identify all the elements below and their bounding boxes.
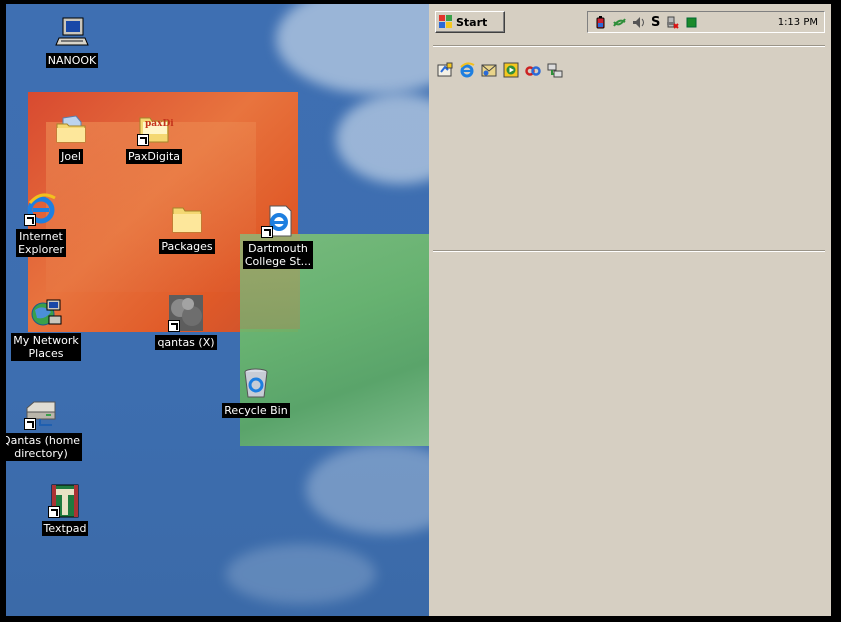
start-button[interactable]: Start: [435, 11, 505, 33]
desktop-icon-label: Joel: [59, 149, 83, 164]
clock[interactable]: 1:13 PM: [778, 17, 818, 28]
outlook-icon[interactable]: [481, 62, 497, 78]
desktop-icon-label: PaxDigita: [125, 149, 182, 164]
taskbar-divider: [433, 45, 825, 47]
desktop-icon-label: NANOOK: [45, 53, 99, 68]
desktop-icon-qantas-x[interactable]: qantas (X): [140, 294, 232, 350]
volume-icon[interactable]: [632, 16, 645, 29]
shortcut-arrow-icon: [137, 134, 149, 146]
desktop-icon-paxdigita[interactable]: paxDi PaxDigita: [108, 112, 200, 164]
shortcut-arrow-icon: [24, 418, 36, 430]
quick-launch-bar: [437, 62, 563, 78]
network-icon[interactable]: [613, 16, 626, 29]
desktop-icon-packages[interactable]: Packages: [141, 202, 233, 254]
show-desktop-icon[interactable]: [437, 62, 453, 78]
shortcut-arrow-icon: [261, 226, 273, 238]
shortcut-arrow-icon: [24, 214, 36, 226]
link-icon[interactable]: [525, 62, 541, 78]
home-drive-shortcut-icon: [24, 396, 58, 430]
battery-icon[interactable]: [594, 15, 607, 29]
printer-error-icon[interactable]: [666, 16, 680, 29]
ie-document-shortcut-icon: [261, 204, 295, 238]
system-tray: S 1:13 PM: [587, 11, 825, 33]
recycle-bin-icon: [239, 366, 273, 400]
shortcut-arrow-icon: [48, 506, 60, 518]
desktop-icon-label: Textpad: [41, 521, 89, 536]
taskbar: Start S 1:13 PM: [429, 4, 831, 44]
green-status-icon[interactable]: [685, 16, 698, 29]
folder-shortcut-icon: paxDi: [137, 112, 174, 146]
desktop-icon-label: Packages: [159, 239, 215, 254]
desktop-icon-nanook[interactable]: NANOOK: [26, 16, 118, 68]
desktop-icon-qantas-home[interactable]: Qantas (home directory): [6, 396, 87, 461]
folder-icon: [170, 202, 204, 236]
desktop-icon-dartmouth[interactable]: Dartmouth College St...: [232, 204, 324, 269]
media-player-icon[interactable]: [503, 62, 519, 78]
my-computer-icon: [55, 16, 89, 50]
desktop-icon-internet-explorer[interactable]: Internet Explorer: [6, 192, 87, 257]
desktop-icon-label: My Network Places: [11, 333, 81, 361]
s-letter-icon[interactable]: S: [651, 16, 660, 29]
user-folder-icon: [54, 112, 88, 146]
panel-divider: [433, 250, 825, 252]
screen: NANOOK Joel paxDi PaxDigita Internet Exp…: [6, 4, 831, 616]
desktop[interactable]: NANOOK Joel paxDi PaxDigita Internet Exp…: [6, 4, 429, 616]
textpad-icon: [48, 484, 82, 518]
desktop-icon-textpad[interactable]: Textpad: [19, 484, 111, 536]
internet-explorer-icon[interactable]: [459, 62, 475, 78]
shortcut-arrow-icon: [168, 320, 180, 332]
taskbar-panel: Start S 1:13 PM: [429, 4, 831, 616]
desktop-icon-my-network-places[interactable]: My Network Places: [6, 296, 92, 361]
desktop-icon-joel[interactable]: Joel: [25, 112, 117, 164]
desktop-icon-label: Internet Explorer: [16, 229, 66, 257]
start-label: Start: [456, 15, 488, 29]
folder-badge-text: paxDi: [145, 119, 174, 129]
desktop-icon-label: Qantas (home directory): [6, 433, 83, 461]
desktop-icon-label: qantas (X): [155, 335, 217, 350]
internet-explorer-icon: [24, 192, 58, 226]
windows-flag-icon: [439, 15, 453, 29]
connect-icon[interactable]: [547, 62, 563, 78]
desktop-icon-label: Recycle Bin: [222, 403, 290, 418]
desktop-icon-recycle-bin[interactable]: Recycle Bin: [210, 366, 302, 418]
network-drive-shortcut-icon: [168, 294, 204, 332]
network-places-icon: [29, 296, 63, 330]
desktop-icon-label: Dartmouth College St...: [242, 241, 314, 269]
